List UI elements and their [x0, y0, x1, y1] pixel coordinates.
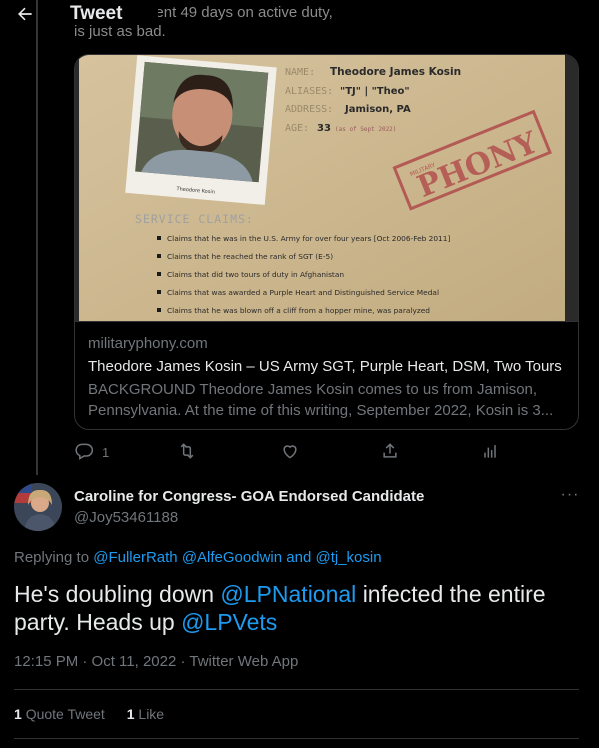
analytics-button[interactable]: [480, 440, 500, 464]
age-label: AGE:: [285, 123, 309, 134]
mention-lpvets[interactable]: @LPVets: [181, 609, 277, 635]
link-domain: militaryphony.com: [88, 335, 208, 352]
retweet-button[interactable]: [177, 440, 197, 464]
share-button[interactable]: [380, 440, 400, 464]
replying-and[interactable]: and: [286, 549, 311, 566]
claim-bullet: [157, 254, 161, 258]
avatar[interactable]: [14, 483, 62, 531]
address-value: Jamison, PA: [344, 104, 411, 115]
link-description: BACKGROUND Theodore James Kosin comes to…: [88, 379, 567, 421]
replying-mention-fullerrath[interactable]: @FullerRath: [93, 549, 177, 566]
reply-button[interactable]: 1: [74, 440, 109, 464]
aliases-value: "TJ" | "Theo": [340, 86, 410, 97]
age-note: (as of Sept 2022): [335, 126, 396, 133]
page-title: Tweet: [70, 3, 123, 24]
quote-tweets-stat[interactable]: 1 Quote Tweet: [14, 706, 105, 722]
address-label: ADDRESS:: [285, 104, 333, 115]
previous-tweet-actions: 1: [74, 440, 579, 464]
claim-item: Claims that did two tours of duty in Afg…: [167, 270, 344, 279]
service-claims-heading: SERVICE CLAIMS:: [135, 212, 254, 226]
likes-stat[interactable]: 1 Like: [127, 706, 164, 722]
link-description-line1: BACKGROUND Theodore James Kosin comes to…: [88, 381, 538, 398]
divider: [14, 738, 579, 739]
reply-count: 1: [102, 444, 110, 460]
link-preview-image[interactable]: Theodore Kosin NAME: Theodore James Kosi…: [75, 55, 578, 321]
tweet-text-part1: He's doubling down: [14, 581, 215, 607]
claim-bullet: [157, 290, 161, 294]
divider: [14, 689, 579, 690]
age-value: 33: [317, 123, 331, 134]
reply-icon: [74, 441, 94, 464]
link-preview-card[interactable]: Theodore Kosin NAME: Theodore James Kosi…: [74, 54, 579, 430]
claim-item: Claims that he was in the U.S. Army for …: [167, 234, 450, 243]
replying-to: Replying to @FullerRath @AlfeGoodwin and…: [14, 549, 382, 566]
tweet-text: He's doubling down @LPNational infected …: [14, 580, 584, 636]
replying-mention-tj-kosin[interactable]: @tj_kosin: [315, 549, 381, 566]
quote-label: Quote Tweet: [25, 706, 105, 722]
replying-mention-alfegoodwin[interactable]: @AlfeGoodwin: [182, 549, 282, 566]
quote-count: 1: [14, 706, 22, 722]
analytics-icon: [480, 441, 500, 464]
arrow-left-icon[interactable]: [14, 4, 36, 26]
aliases-label: ALIASES:: [285, 86, 333, 97]
tweet-timestamp[interactable]: 12:15 PM · Oct 11, 2022 · Twitter Web Ap…: [14, 653, 298, 670]
claim-item: Claims that he was blown off a cliff fro…: [167, 306, 430, 315]
claim-item: Claims that was awarded a Purple Heart a…: [167, 288, 439, 297]
like-button[interactable]: [280, 440, 300, 464]
name-label: NAME:: [285, 67, 315, 78]
link-description-line2: Pennsylvania. At the time of this writin…: [88, 402, 554, 419]
thread-connector-line: [36, 0, 38, 475]
like-count: 1: [126, 706, 135, 722]
tweet-stats: 1 Quote Tweet 1 Like: [14, 706, 182, 722]
share-icon: [380, 441, 400, 464]
claim-bullet: [157, 308, 161, 312]
top-bar: Tweet: [0, 0, 599, 40]
like-label: Like: [138, 706, 165, 722]
replying-prefix: Replying to: [14, 549, 90, 566]
retweet-icon: [177, 441, 197, 464]
claim-item: Claims that he reached the rank of SGT (…: [167, 252, 333, 261]
name-value: Theodore James Kosin: [330, 66, 461, 78]
mention-lpnational[interactable]: @LPNational: [220, 581, 356, 607]
heart-icon: [280, 441, 300, 464]
claim-bullet: [157, 236, 161, 240]
link-preview-meta[interactable]: militaryphony.com Theodore James Kosin –…: [75, 321, 578, 429]
claim-bullet: [157, 272, 161, 276]
more-icon[interactable]: ···: [560, 487, 580, 508]
link-title: Theodore James Kosin – US Army SGT, Purp…: [88, 358, 567, 375]
author-handle[interactable]: @Joy53461188: [74, 509, 178, 526]
author-name[interactable]: Caroline for Congress- GOA Endorsed Cand…: [74, 488, 424, 505]
